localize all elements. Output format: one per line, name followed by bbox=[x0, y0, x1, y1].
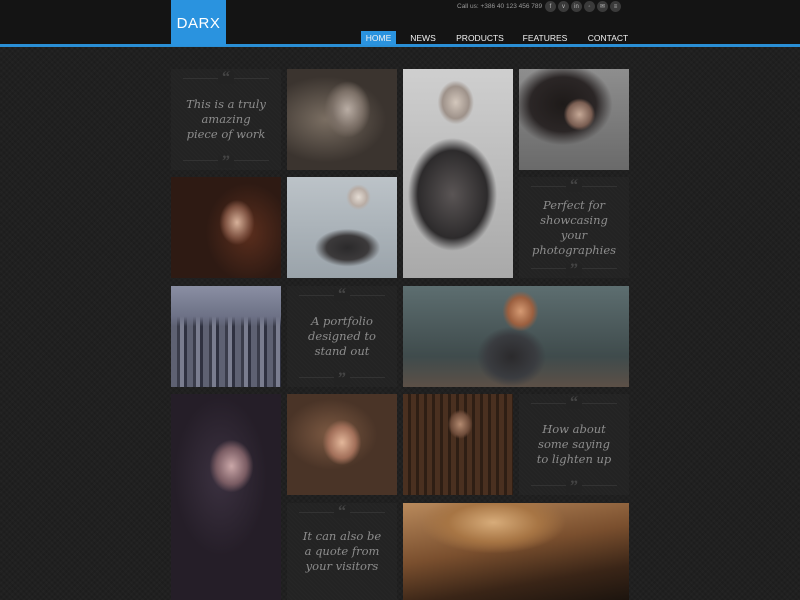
photo-curly-hair-glam[interactable] bbox=[171, 394, 281, 600]
quote-text: A portfolio designed to stand out bbox=[308, 314, 376, 358]
quote-tile-4: “ How about some saying to lighten up ” bbox=[519, 394, 629, 495]
quote-open-icon: “ bbox=[218, 70, 234, 86]
photo-blonde-posing-woman[interactable] bbox=[287, 177, 397, 278]
nav-news[interactable]: News bbox=[406, 31, 440, 45]
photo-auburn-hair-woman[interactable] bbox=[171, 177, 281, 278]
photo-curly-hair-woman[interactable] bbox=[287, 69, 397, 170]
quote-open-icon: “ bbox=[334, 287, 350, 303]
quote-close-icon: ” bbox=[334, 371, 350, 387]
photo-cap-woman-sitting[interactable] bbox=[403, 69, 513, 278]
flickr-icon[interactable]: ◦ bbox=[584, 1, 595, 12]
vimeo-icon[interactable]: v bbox=[558, 1, 569, 12]
quote-tile-5: “ It can also be a quote from your visit… bbox=[287, 503, 397, 600]
quote-tile-1: “ This is a truly amazing piece of work … bbox=[171, 69, 281, 170]
nav-features[interactable]: Features bbox=[521, 31, 569, 45]
quote-text: It can also be a quote from your visitor… bbox=[302, 529, 382, 573]
photo-vintage-car[interactable] bbox=[403, 503, 629, 600]
quote-text: Perfect for showcasing your photographie… bbox=[531, 197, 617, 257]
photo-flowing-hair-woman[interactable] bbox=[519, 69, 629, 170]
quote-close-icon: ” bbox=[218, 154, 234, 170]
quote-open-icon: “ bbox=[334, 504, 350, 520]
nav-products[interactable]: Products bbox=[452, 31, 508, 45]
quote-close-icon: ” bbox=[566, 262, 582, 278]
quote-tile-3: “ A portfolio designed to stand out ” bbox=[287, 286, 397, 387]
photo-city-skyline[interactable] bbox=[171, 286, 281, 387]
quote-tile-2: “ Perfect for showcasing your photograph… bbox=[519, 177, 629, 278]
email-icon[interactable]: ✉ bbox=[597, 1, 608, 12]
quote-open-icon: “ bbox=[566, 178, 582, 194]
quote-close-icon: ” bbox=[566, 479, 582, 495]
call-text: Call us: +386 40 123 456 789 bbox=[457, 3, 543, 10]
nav-home[interactable]: Home bbox=[361, 31, 396, 45]
facebook-icon[interactable]: f bbox=[545, 1, 556, 12]
photo-woman-on-floor[interactable] bbox=[403, 286, 629, 387]
photo-woman-with-necklace[interactable] bbox=[287, 394, 397, 495]
quote-text: This is a truly amazing piece of work bbox=[186, 97, 266, 141]
social-links: f v in ◦ ✉ ≡ bbox=[545, 1, 621, 12]
photo-woman-in-doorway[interactable] bbox=[403, 394, 513, 495]
quote-open-icon: “ bbox=[566, 395, 582, 411]
main-nav: Home News Products Features Contact bbox=[0, 31, 800, 45]
portfolio-grid: “ This is a truly amazing piece of work … bbox=[171, 69, 629, 600]
linkedin-icon[interactable]: in bbox=[571, 1, 582, 12]
rss-icon[interactable]: ≡ bbox=[610, 1, 621, 12]
nav-contact[interactable]: Contact bbox=[583, 31, 633, 45]
quote-text: How about some saying to lighten up bbox=[536, 422, 612, 466]
